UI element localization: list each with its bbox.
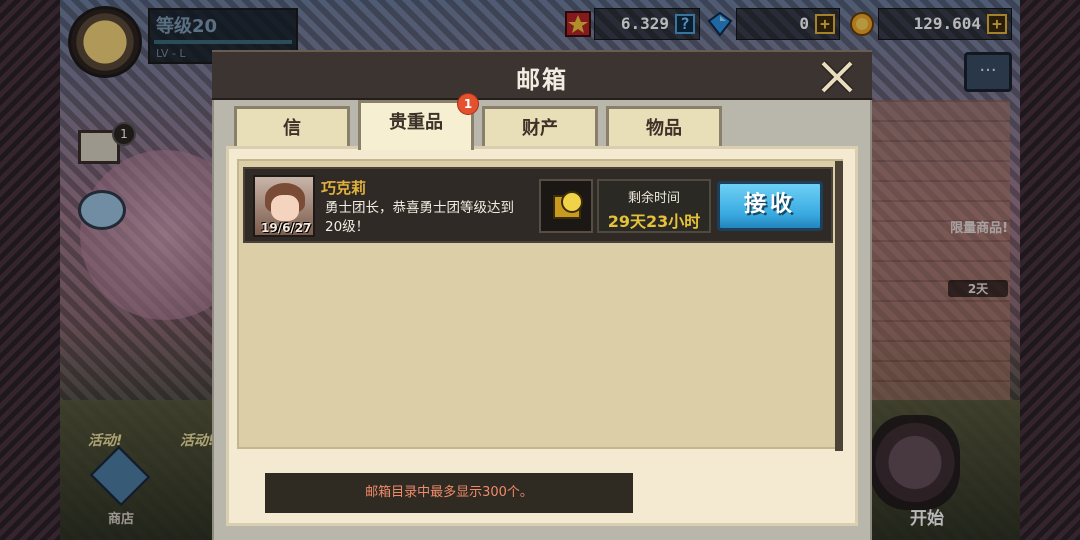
mail-row[interactable]: 19/6/27 巧克莉 勇士团长，恭喜勇士团等级达到20级！ 剩余时间 29天2… bbox=[243, 167, 833, 243]
tab-items[interactable]: 物品 bbox=[606, 106, 722, 150]
mail-message: 勇士团长，恭喜勇士团等级达到20级！ bbox=[325, 200, 514, 235]
mail-date: 19/6/27 bbox=[261, 221, 312, 235]
mail-sender: 巧克莉 bbox=[321, 179, 367, 197]
mail-list-scrollbar[interactable] bbox=[835, 161, 843, 451]
close-icon bbox=[820, 60, 854, 94]
mail-list: 19/6/27 巧克莉 勇士团长，恭喜勇士团等级达到20级！ 剩余时间 29天2… bbox=[237, 159, 843, 451]
tab-valuables-badge: 1 bbox=[457, 93, 479, 115]
mail-panel: 19/6/27 巧克莉 勇士团长，恭喜勇士团等级达到20级！ 剩余时间 29天2… bbox=[226, 146, 858, 526]
receive-button[interactable]: 接收 bbox=[717, 181, 823, 231]
tab-assets[interactable]: 财产 bbox=[482, 106, 598, 150]
mailbox-dialog: 邮箱 信 贵重品 1 财产 物品 19/6/27 巧克莉 勇士团长，恭喜勇士团等… bbox=[212, 50, 872, 540]
remaining-time-box: 剩余时间 29天23小时 bbox=[597, 179, 711, 233]
close-button[interactable] bbox=[816, 56, 858, 98]
remaining-time-value: 29天23小时 bbox=[607, 212, 701, 231]
mailbox-limit-note: 邮箱目录中最多显示300个。 bbox=[265, 473, 633, 513]
mailbox-header: 邮箱 bbox=[212, 50, 872, 100]
tab-valuables-label: 贵重品 bbox=[389, 112, 443, 133]
tab-letters[interactable]: 信 bbox=[234, 106, 350, 150]
mailbox-title: 邮箱 bbox=[516, 66, 568, 94]
tab-valuables[interactable]: 贵重品 1 bbox=[358, 93, 479, 150]
remaining-time-label: 剩余时间 bbox=[627, 191, 680, 206]
reward-chest-icon bbox=[539, 179, 593, 233]
